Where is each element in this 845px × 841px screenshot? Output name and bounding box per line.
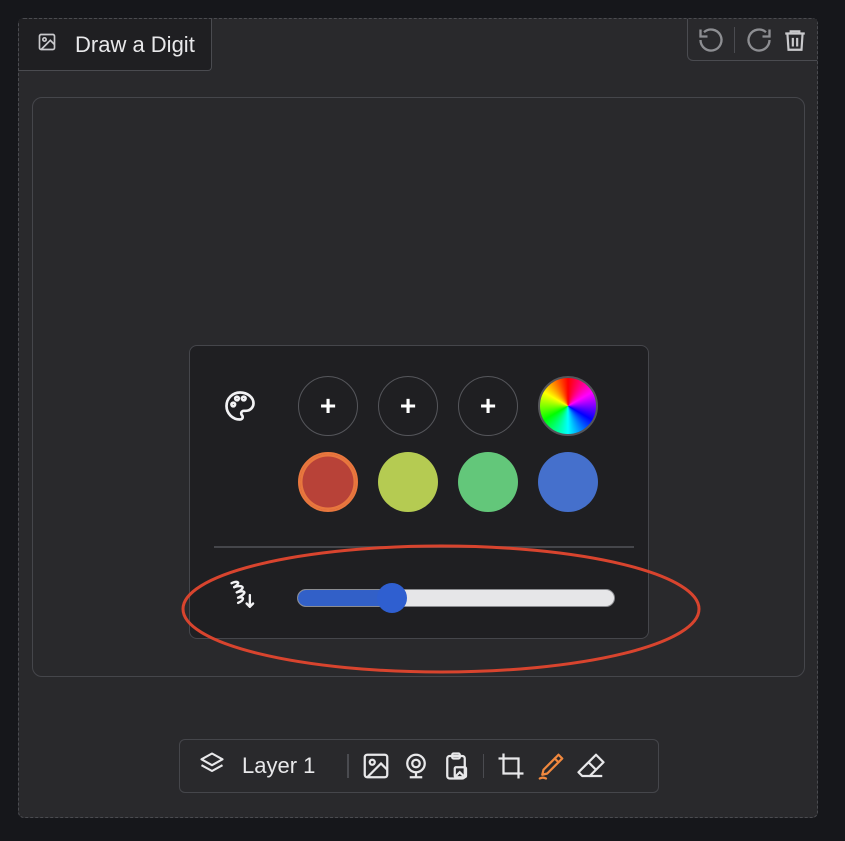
color-swatch-green[interactable] bbox=[458, 452, 518, 512]
add-color-button-2[interactable]: + bbox=[378, 376, 438, 436]
add-color-button-1[interactable]: + bbox=[298, 376, 358, 436]
trash-icon[interactable] bbox=[782, 27, 808, 53]
webcam-icon[interactable] bbox=[401, 751, 431, 781]
clipboard-icon[interactable] bbox=[441, 751, 471, 781]
brush-icon[interactable] bbox=[536, 751, 566, 781]
component-label: Draw a Digit bbox=[19, 19, 212, 71]
palette-icon bbox=[222, 388, 258, 429]
color-picker-wheel[interactable] bbox=[538, 376, 598, 436]
crop-icon[interactable] bbox=[496, 751, 526, 781]
upload-image-icon[interactable] bbox=[361, 751, 391, 781]
image-editor-panel: Draw a Digit + + + Layer 1 bbox=[18, 18, 818, 818]
color-swatch-blue[interactable] bbox=[538, 452, 598, 512]
draw-tools bbox=[496, 751, 606, 781]
history-divider bbox=[734, 26, 736, 53]
toolbar-divider bbox=[482, 754, 485, 778]
layer-label: Layer 1 bbox=[242, 753, 316, 778]
history-controls bbox=[687, 19, 817, 61]
color-swatch-yellow-green[interactable] bbox=[378, 452, 438, 512]
eraser-icon[interactable] bbox=[576, 751, 606, 781]
annotation-ellipse bbox=[181, 544, 701, 674]
layer-selector[interactable]: Layer 1 bbox=[198, 750, 315, 783]
color-swatch-red[interactable] bbox=[298, 452, 358, 512]
component-label-text: Draw a Digit bbox=[75, 31, 195, 57]
add-color-button-3[interactable]: + bbox=[458, 376, 518, 436]
layers-icon bbox=[198, 750, 226, 783]
image-icon bbox=[37, 32, 57, 57]
undo-icon[interactable] bbox=[697, 26, 725, 54]
redo-icon[interactable] bbox=[745, 26, 773, 54]
source-tools bbox=[361, 751, 471, 781]
toolbar-divider bbox=[347, 754, 349, 778]
editor-toolbar: Layer 1 bbox=[179, 739, 659, 793]
